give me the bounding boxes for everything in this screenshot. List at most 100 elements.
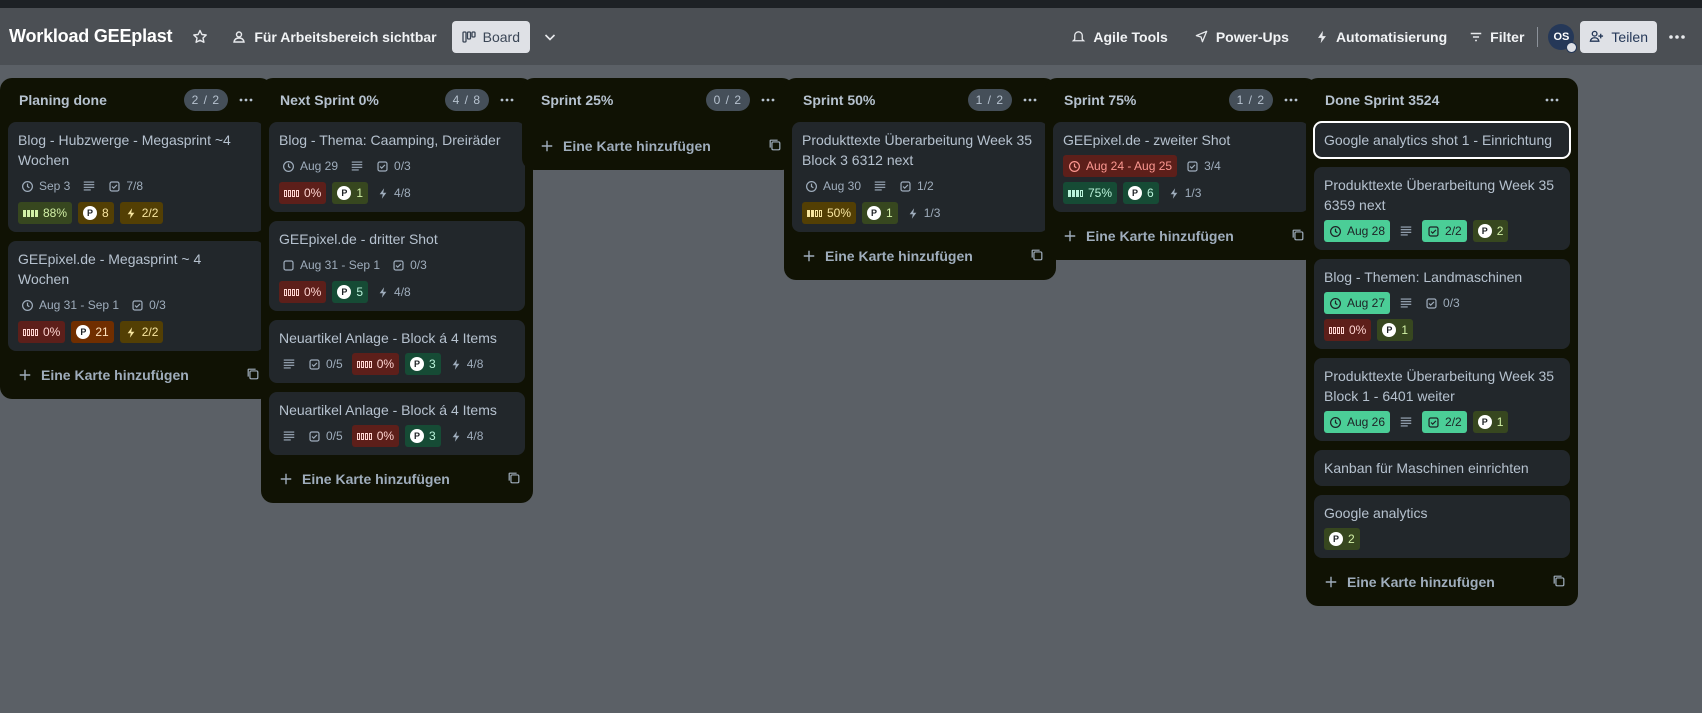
list-title[interactable]: Sprint 50%: [803, 92, 968, 108]
create-from-template-button[interactable]: [768, 138, 782, 155]
card[interactable]: Produkttexte Überarbeitung Week 35 Block…: [1314, 358, 1570, 441]
due-date-badge[interactable]: Aug 29: [279, 155, 341, 177]
power-ups-button[interactable]: Power-Ups: [1185, 21, 1298, 53]
power-value: 4/8: [394, 285, 411, 299]
checklist-badge: 0/5: [305, 425, 346, 447]
list-menu-button[interactable]: [1536, 98, 1568, 102]
card[interactable]: Produkttexte Überarbeitung Week 35 6359 …: [1314, 167, 1570, 250]
lightning-icon: [127, 326, 135, 338]
story-points-badge: P1: [332, 182, 369, 204]
card[interactable]: Produkttexte Überarbeitung Week 35 Block…: [792, 122, 1048, 232]
card[interactable]: GEEpixel.de - Megasprint ~ 4 Wochen Aug 3…: [8, 241, 264, 351]
card[interactable]: GEEpixel.de - zweiter Shot Aug 24 - Aug 2…: [1053, 122, 1309, 212]
checklist-count: 0/5: [326, 357, 343, 371]
list-menu-button[interactable]: [1275, 98, 1307, 102]
list-header[interactable]: Done Sprint 3524: [1306, 78, 1578, 122]
due-date-badge[interactable]: Aug 26: [1324, 411, 1391, 433]
create-from-template-button[interactable]: [1030, 248, 1044, 265]
story-points-badge: P2: [1472, 220, 1509, 242]
list-title[interactable]: Next Sprint 0%: [280, 92, 445, 108]
board-title[interactable]: Workload GEEplast: [9, 26, 173, 47]
plus-icon: [803, 250, 815, 262]
card[interactable]: Google analytics P 2: [1314, 495, 1570, 558]
card[interactable]: Google analytics shot 1 - Einrichtung: [1313, 121, 1571, 159]
due-date-badge[interactable]: Sep 3: [18, 175, 73, 197]
progress-bar-icon: [1329, 326, 1344, 334]
story-points-badge: P3: [405, 353, 441, 375]
create-from-template-button[interactable]: [1552, 574, 1566, 591]
due-date-badge[interactable]: Aug 30: [802, 175, 864, 197]
list-menu-button[interactable]: [491, 98, 523, 102]
list-header[interactable]: Next Sprint 0% 4 / 8: [261, 78, 533, 122]
lightning-icon: [452, 430, 460, 442]
card-title: GEEpixel.de - zweiter Shot: [1063, 132, 1231, 148]
avatar-initials: OS: [1553, 30, 1570, 43]
due-date-badge[interactable]: Aug 31 - Sep 1: [18, 294, 122, 316]
add-card-label: Eine Karte hinzufügen: [41, 367, 189, 383]
automation-button[interactable]: Automatisierung: [1306, 21, 1456, 53]
rocket-icon: [1195, 30, 1208, 43]
story-points-badge: P 21: [71, 321, 114, 343]
create-from-template-button[interactable]: [507, 471, 521, 488]
visibility-button[interactable]: Für Arbeitsbereich sichtbar: [222, 21, 445, 53]
card[interactable]: Neuartikel Anlage - Block á 4 Items 0/5 0%…: [269, 392, 525, 455]
view-switcher-button[interactable]: [534, 21, 566, 53]
card[interactable]: Blog - Thema: Caamping, Dreiräder Aug 29 0…: [269, 122, 525, 212]
list-title[interactable]: Sprint 25%: [541, 92, 706, 108]
card-title: Blog - Themen: Landmaschinen: [1324, 269, 1523, 285]
progress-bar-icon: [23, 328, 38, 336]
add-card-button[interactable]: Eine Karte hinzufügen: [1045, 216, 1317, 256]
checklist-count: 2/2: [1445, 415, 1462, 429]
list-header[interactable]: Sprint 75% 1 / 2: [1045, 78, 1317, 122]
list-title[interactable]: Sprint 75%: [1064, 92, 1229, 108]
checklist-count: 0/3: [410, 258, 427, 272]
card[interactable]: Neuartikel Anlage - Block á 4 Items 0/5 0%…: [269, 320, 525, 383]
card[interactable]: GEEpixel.de - dritter Shot Aug 31 - Sep 1…: [269, 221, 525, 311]
share-button[interactable]: Teilen: [1580, 20, 1657, 53]
card[interactable]: Blog - Themen: Landmaschinen Aug 27 0/3 0% P…: [1314, 259, 1570, 349]
list-menu-button[interactable]: [230, 98, 262, 102]
due-date-label: Aug 26: [1347, 415, 1386, 429]
list-header[interactable]: Sprint 25% 0 / 2: [522, 78, 794, 122]
add-card-button[interactable]: Eine Karte hinzufügen: [784, 236, 1056, 276]
board-menu-button[interactable]: [1661, 21, 1693, 53]
add-card-button[interactable]: Eine Karte hinzufügen: [1306, 562, 1578, 602]
agile-tools-button[interactable]: Agile Tools: [1062, 21, 1176, 53]
points-icon: P: [337, 285, 352, 299]
create-from-template-button[interactable]: [246, 367, 260, 384]
star-button[interactable]: [184, 21, 216, 53]
points-icon: P: [1477, 224, 1492, 238]
due-date-badge[interactable]: Aug 28: [1324, 220, 1391, 242]
clock-icon: [806, 180, 817, 192]
add-card-button[interactable]: Eine Karte hinzufügen: [522, 126, 794, 166]
admin-indicator-icon: [1566, 41, 1578, 53]
card-limit-badge: 4 / 8: [444, 89, 489, 111]
list-header[interactable]: Sprint 50% 1 / 2: [784, 78, 1056, 122]
due-date-badge[interactable]: Aug 24 - Aug 25: [1063, 155, 1178, 177]
template-icon: [769, 139, 781, 150]
list-title[interactable]: Done Sprint 3524: [1325, 92, 1534, 108]
list-menu-button[interactable]: [1014, 98, 1046, 102]
template-icon: [1292, 229, 1304, 240]
power-badge: 4/8: [374, 182, 414, 204]
card[interactable]: Kanban für Maschinen einrichten: [1314, 450, 1570, 486]
list-header[interactable]: Planing done 2 / 2: [0, 78, 272, 122]
list-menu-button[interactable]: [752, 98, 784, 102]
add-card-label: Eine Karte hinzufügen: [302, 471, 450, 487]
add-card-button[interactable]: Eine Karte hinzufügen: [261, 459, 533, 499]
create-from-template-button[interactable]: [1291, 228, 1305, 245]
board-view-button[interactable]: Board: [451, 20, 530, 53]
member-avatar[interactable]: OS: [1548, 23, 1578, 53]
card-title: Blog - Thema: Caamping, Dreiräder: [279, 132, 501, 148]
due-date-badge[interactable]: Aug 31 - Sep 1: [279, 254, 383, 276]
card-limit-badge: 0 / 2: [705, 89, 750, 111]
list-title[interactable]: Planing done: [19, 92, 184, 108]
add-card-button[interactable]: Eine Karte hinzufügen: [0, 355, 272, 395]
app-top-strip: [0, 0, 1702, 8]
template-icon: [247, 368, 259, 379]
checklist-count: 7/8: [126, 179, 144, 193]
card[interactable]: Blog - Hubzwerge - Megasprint ~4 Wochen S…: [8, 122, 264, 232]
due-date-badge[interactable]: Aug 27: [1324, 292, 1391, 314]
checklist-count: 0/3: [1443, 296, 1460, 310]
filter-button[interactable]: Filter: [1460, 21, 1533, 53]
